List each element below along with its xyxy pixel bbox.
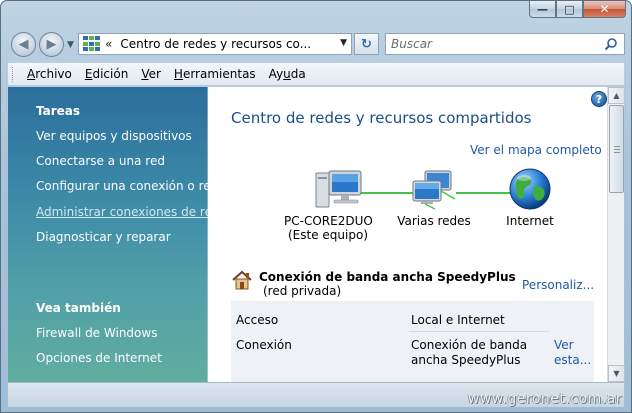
connection-details: Acceso Local e Internet Conexión Conexió… [231,301,594,382]
detail-divider [409,331,549,332]
task-pane: Tareas Ver equipos y dispositivos Conect… [8,87,220,382]
customize-link[interactable]: Personaliz... [522,278,594,292]
menu-archivo-accel: A [27,67,36,81]
refresh-icon: ↻ [361,36,372,52]
search-box[interactable] [385,33,625,55]
node-label-pc: PC-CORE2DUO (Este equipo) [284,214,373,242]
help-button[interactable]: ? [591,91,607,107]
task-conectarse[interactable]: Conectarse a una red [36,154,165,168]
menu-bar: Archivo Edición Ver Herramientas Ayuda [8,62,624,85]
house-icon [231,270,253,293]
back-arrow-icon: ◀ [18,37,29,52]
task-ver-equipos[interactable]: Ver equipos y dispositivos [36,129,192,143]
maximize-icon: □ [564,2,575,16]
caption-buttons: — □ ✕ [529,1,626,18]
node-label-internet: Internet [506,214,554,228]
node-pc-name: PC-CORE2DUO [284,214,373,228]
tasks-heading: Tareas [36,104,81,118]
task-configurar-conexion[interactable]: Configurar una conexión o red [36,179,218,193]
scroll-up-icon: ▲ [613,91,620,100]
menu-ver-label: er [148,67,161,81]
menu-ayuda[interactable]: Ayuda [269,67,306,81]
menu-edicion[interactable]: Edición [85,67,128,81]
menu-edicion-label: dición [92,67,129,81]
see-also-heading: Vea también [36,301,121,315]
menu-ayuda-label-b: da [290,67,306,81]
back-button[interactable]: ◀ [11,32,36,57]
menu-ayuda-accel: u [283,67,291,81]
scroll-up-button[interactable]: ▲ [608,87,625,104]
network-icon[interactable] [411,169,459,214]
network-map: PC-CORE2DUO (Este equipo) Varias redes I… [208,161,607,251]
menu-archivo-label: rchivo [35,67,72,81]
menu-herramientas[interactable]: Herramientas [174,67,256,81]
watermark: www.geronet.com.ar [467,391,622,407]
maximize-button[interactable]: □ [556,1,583,18]
search-icon[interactable] [604,37,618,54]
detail-key-access: Acceso [236,313,279,327]
node-label-networks: Varias redes [397,214,471,228]
forward-button[interactable]: ▶ [39,32,64,57]
close-icon: ✕ [599,2,610,16]
connection-header: Conexión de banda ancha SpeedyPlus (red … [231,270,516,298]
control-panel-icon [83,36,100,52]
menu-ver-accel: V [141,67,149,81]
task-administrar-conexiones[interactable]: Administrar conexiones de red [36,205,220,219]
vertical-scrollbar[interactable]: ▲ ▼ [607,87,625,382]
recent-pages-dropdown[interactable]: ▼ [67,40,74,50]
scroll-thumb[interactable] [609,105,624,193]
forward-arrow-icon: ▶ [46,37,57,52]
menu-archivo[interactable]: Archivo [27,67,72,81]
connection-name: Conexión de banda ancha SpeedyPlus [259,270,516,284]
link-firewall[interactable]: Firewall de Windows [36,326,157,340]
scroll-down-icon: ▼ [613,369,620,378]
toolbar-grip [12,66,15,82]
menu-ayuda-label-a: Ay [268,67,284,81]
main-pane: ? Centro de redes y recursos compartidos… [208,87,607,382]
content-area: Tareas Ver equipos y dispositivos Conect… [8,87,607,382]
page-title: Centro de redes y recursos compartidos [231,109,532,127]
help-icon: ? [595,92,603,106]
detail-value-access: Local e Internet [411,313,505,327]
minimize-icon: — [537,2,548,16]
menu-herramientas-accel: H [173,67,183,81]
task-diagnosticar[interactable]: Diagnosticar y reparar [36,230,171,244]
node-pc-subtitle: (Este equipo) [288,228,368,242]
detail-key-connection: Conexión [236,338,292,352]
detail-value-connection: Conexión de banda ancha SpeedyPlus [411,338,528,367]
address-text[interactable]: Centro de redes y recursos co... [120,37,311,51]
computer-icon[interactable] [314,167,364,214]
view-status-link[interactable]: Ver esta... [554,338,594,368]
close-button[interactable]: ✕ [583,1,626,18]
address-bar[interactable]: « Centro de redes y recursos co... ▼ [78,33,352,55]
connection-text: Conexión de banda ancha SpeedyPlus (red … [259,270,516,298]
scroll-down-button[interactable]: ▼ [608,365,625,382]
connection-type: (red privada) [263,284,342,298]
full-map-link[interactable]: Ver el mapa completo [470,143,602,157]
menu-ver[interactable]: Ver [141,67,161,81]
globe-icon[interactable] [508,167,552,214]
refresh-button[interactable]: ↻ [354,33,379,55]
menu-herramientas-label: erramientas [182,67,256,81]
address-dropdown-icon[interactable]: ▼ [340,38,347,48]
minimize-button[interactable]: — [529,1,556,18]
breadcrumb-overflow-icon[interactable]: « [105,37,112,51]
link-internet-options[interactable]: Opciones de Internet [36,351,162,365]
search-input[interactable] [391,37,591,51]
